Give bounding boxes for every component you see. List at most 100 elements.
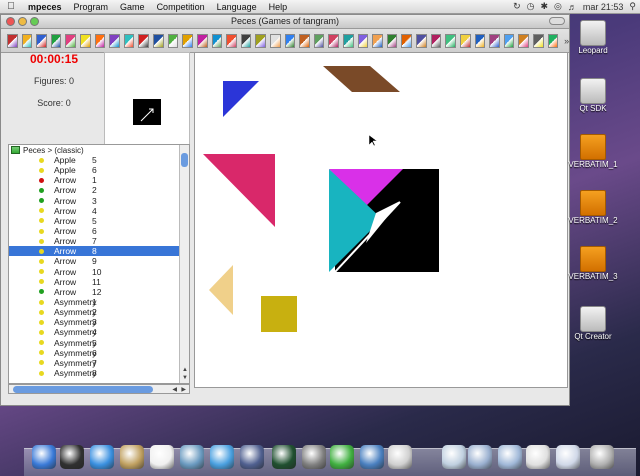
menu-program[interactable]: Program — [68, 2, 115, 12]
spotlight-icon[interactable]: ⚲ — [629, 1, 636, 12]
toolbar-figure-icon[interactable] — [357, 33, 369, 48]
toolbar-toggle-button[interactable] — [549, 17, 565, 25]
hard-drive-icon[interactable] — [580, 306, 606, 332]
desktop-item[interactable]: VERBATIM_3 — [566, 246, 620, 281]
preview-icon[interactable] — [442, 445, 466, 469]
ical-icon[interactable] — [150, 445, 174, 469]
scroll-up-arrow-icon[interactable]: ▲ — [182, 367, 188, 373]
toolbar-figure-icon[interactable] — [182, 33, 193, 48]
tree-item[interactable]: Arrow 2 — [9, 185, 179, 195]
sync-icon[interactable]: ↻ — [513, 1, 521, 12]
usb-drive-icon[interactable] — [580, 190, 606, 216]
toolbar-figure-icon[interactable] — [503, 33, 515, 48]
address-book-icon[interactable] — [120, 445, 144, 469]
toolbar-figure-icon[interactable] — [489, 33, 500, 48]
tree-item[interactable]: Apple 5 — [9, 155, 179, 165]
tree-item[interactable]: Asymmetry 8 — [9, 368, 179, 378]
scroll-right-arrow-icon[interactable]: ▶ — [181, 386, 186, 393]
time-machine-icon[interactable] — [272, 445, 296, 469]
tree-vertical-scroll-thumb[interactable] — [181, 153, 188, 167]
toolbar-figure-icon[interactable] — [313, 33, 325, 48]
tree-item[interactable]: Asymmetry 5 — [9, 338, 179, 348]
menu-help[interactable]: Help — [263, 2, 294, 12]
bluetooth-icon[interactable]: ✱ — [540, 1, 548, 12]
toolbar-figure-icon[interactable] — [372, 33, 383, 48]
volume-icon[interactable]: ♬ — [568, 2, 577, 12]
usb-drive-icon[interactable] — [580, 246, 606, 272]
documents-folder-icon[interactable] — [498, 445, 522, 469]
trash-icon[interactable] — [590, 445, 614, 469]
toolbar-figure-icon[interactable] — [269, 33, 281, 48]
desktop-item[interactable]: Qt SDK — [566, 78, 620, 113]
toolbar-figure-icon[interactable] — [211, 33, 223, 48]
tree-item[interactable]: Arrow 6 — [9, 226, 179, 236]
tree-item[interactable]: Asymmetry 7 — [9, 358, 179, 368]
toolbar-figure-icon[interactable] — [474, 33, 486, 48]
menu-competition[interactable]: Competition — [151, 2, 211, 12]
piece-small-blue-triangle[interactable] — [223, 81, 259, 117]
qt-icon[interactable] — [330, 445, 354, 469]
toolbar-figure-icon[interactable] — [167, 33, 179, 48]
toolbar-figure-icon[interactable] — [430, 33, 442, 48]
toolbar-figure-icon[interactable] — [445, 33, 456, 48]
tree-item[interactable]: Arrow 8 — [9, 246, 179, 257]
tree-item[interactable]: Asymmetry 6 — [9, 348, 179, 358]
toolbar-figure-icon[interactable] — [284, 33, 296, 48]
tree-vertical-scrollbar[interactable]: ▲ ▼ — [179, 145, 189, 383]
toolbar-figure-icon[interactable] — [196, 33, 208, 48]
tree-header[interactable]: Peces > (classic) — [9, 145, 189, 155]
toolbar-figure-icon[interactable] — [343, 33, 354, 48]
tree-horizontal-scroll-thumb[interactable] — [13, 386, 153, 393]
toolbar-figure-icon[interactable] — [109, 33, 120, 48]
toolbar-figure-icon[interactable] — [547, 33, 559, 48]
tree-item[interactable]: Arrow 1 — [9, 175, 179, 185]
desktop-item[interactable]: Qt Creator — [566, 306, 620, 341]
piece-parallelogram-brown[interactable] — [323, 66, 400, 92]
iphoto-icon[interactable] — [180, 445, 204, 469]
tree-item[interactable]: Arrow 10 — [9, 267, 179, 277]
toolbar-figure-icon[interactable] — [386, 33, 398, 48]
downloads-folder-icon[interactable] — [468, 445, 492, 469]
time-machine-menu-icon[interactable]: ◷ — [527, 1, 535, 12]
tree-item[interactable]: Asymmetry 2 — [9, 307, 179, 317]
xcode-icon[interactable] — [360, 445, 384, 469]
hard-drive-icon[interactable] — [580, 20, 606, 46]
toolbar-figure-icon[interactable] — [153, 33, 164, 48]
piece-olive-square[interactable] — [261, 296, 297, 332]
finder-icon[interactable] — [32, 445, 56, 469]
tree-item[interactable]: Apple 6 — [9, 165, 179, 175]
toolbar-figure-icon[interactable] — [226, 33, 237, 48]
menu-game[interactable]: Game — [114, 2, 151, 12]
tree-item[interactable]: Arrow 7 — [9, 236, 179, 246]
menu-language[interactable]: Language — [211, 2, 263, 12]
toolbar-figure-icon[interactable] — [299, 33, 310, 48]
piece-small-tan-triangle[interactable] — [209, 265, 233, 315]
toolbar-figure-icon[interactable] — [416, 33, 427, 48]
tree-item[interactable]: Arrow 11 — [9, 277, 179, 287]
tree-item[interactable]: Arrow 5 — [9, 216, 179, 226]
stack2-icon[interactable] — [556, 445, 580, 469]
hard-drive-icon[interactable] — [580, 78, 606, 104]
tree-item[interactable]: Asymmetry 4 — [9, 327, 179, 337]
safari-icon[interactable] — [90, 445, 114, 469]
tree-horizontal-scrollbar[interactable]: ◀ ▶ — [8, 384, 190, 394]
toolbar-figure-icon[interactable] — [518, 33, 529, 48]
toolbar-figure-icon[interactable] — [401, 33, 413, 48]
stack-icon[interactable] — [526, 445, 550, 469]
desktop-item[interactable]: Leopard — [566, 20, 620, 55]
apple-icon[interactable]:  — [0, 1, 22, 12]
script-editor-icon[interactable] — [388, 445, 412, 469]
tree-item[interactable]: Arrow 9 — [9, 256, 179, 266]
menu-app-name[interactable]: mpeces — [22, 2, 68, 12]
tree-item[interactable]: Asymmetry 1 — [9, 297, 179, 307]
toolbar-figure-icon[interactable] — [532, 33, 544, 48]
tree-item[interactable]: Arrow 4 — [9, 206, 179, 216]
toolbar-figure-icon[interactable] — [328, 33, 340, 48]
tree-item[interactable]: Arrow 3 — [9, 196, 179, 206]
tangram-board[interactable] — [194, 52, 568, 388]
piece-large-crimson-triangle[interactable] — [203, 154, 275, 227]
window-titlebar[interactable]: Peces (Games of tangram) — [1, 15, 569, 29]
toolbar-figure-icon[interactable] — [255, 33, 266, 48]
toolbar-figure-icon[interactable] — [123, 33, 135, 48]
tree-item[interactable]: Asymmetry 3 — [9, 317, 179, 327]
